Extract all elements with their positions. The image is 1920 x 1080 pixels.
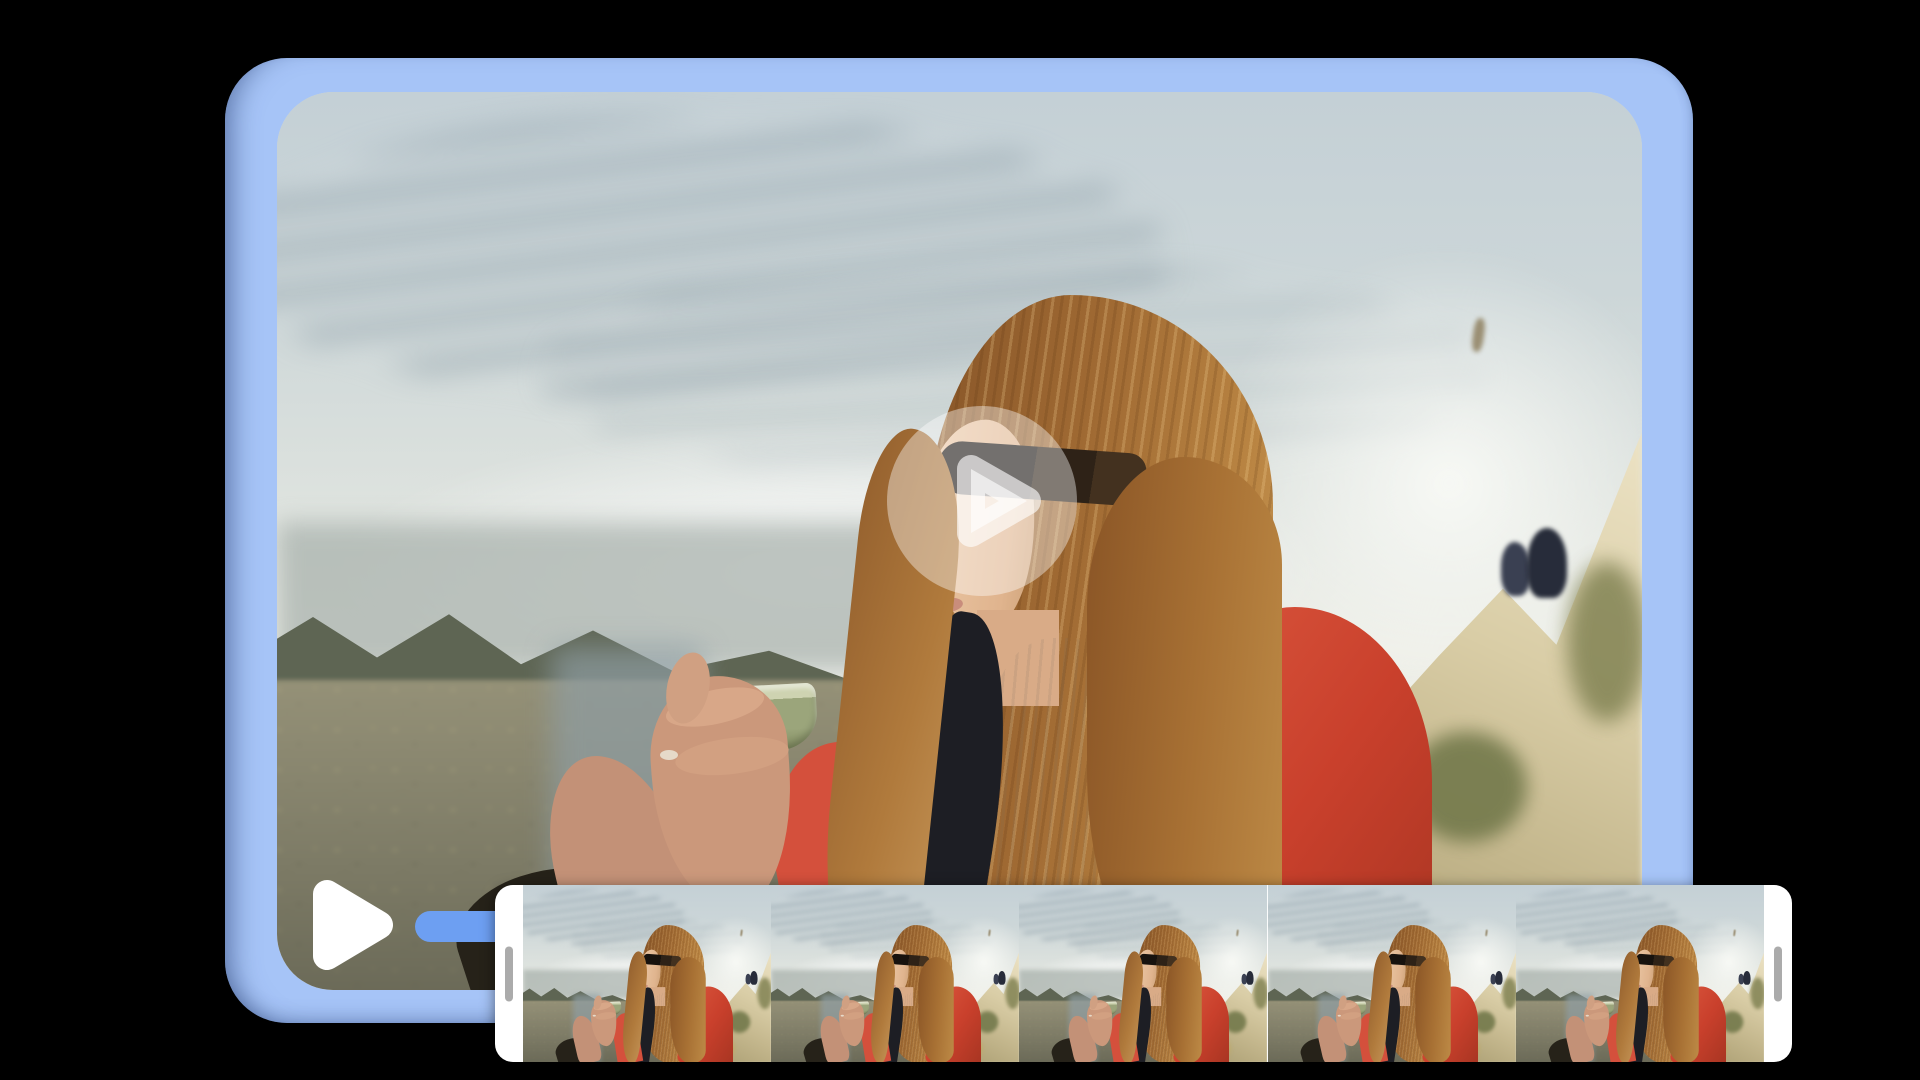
vegetation-patch <box>1006 978 1020 1010</box>
ring <box>1337 1015 1340 1017</box>
ring <box>660 750 678 760</box>
filmstrip-thumbnail[interactable] <box>771 885 1019 1062</box>
woman-hair <box>1167 957 1202 1062</box>
video-player-frame <box>225 58 1693 1023</box>
video-still-scene <box>1268 885 1516 1062</box>
woman-hair <box>918 957 953 1062</box>
play-button[interactable] <box>303 872 397 978</box>
trim-handle-left[interactable] <box>495 885 523 1062</box>
ring <box>593 1015 596 1017</box>
play-overlay-button[interactable] <box>887 406 1077 596</box>
video-still-scene <box>523 885 771 1062</box>
hiker-silhouette <box>750 971 757 985</box>
grip-icon <box>1774 946 1782 1001</box>
ring <box>1585 1015 1588 1017</box>
trim-handle-right[interactable] <box>1764 885 1792 1062</box>
filmstrip-thumbnail[interactable] <box>1019 885 1267 1062</box>
hiker-silhouette <box>1495 971 1502 985</box>
play-icon <box>303 872 397 978</box>
video-still-scene <box>771 885 1019 1062</box>
editor-canvas <box>0 0 1920 1080</box>
filmstrip-thumbnails <box>523 885 1764 1062</box>
woman-hair <box>1415 957 1450 1062</box>
filmstrip-thumbnail[interactable] <box>523 885 771 1062</box>
vegetation-patch <box>1567 562 1642 722</box>
hiker-silhouette <box>1527 528 1567 598</box>
woman-hair <box>670 957 705 1062</box>
woman-hair <box>1663 957 1698 1062</box>
vegetation-patch <box>1254 978 1268 1010</box>
bird <box>1485 929 1488 936</box>
vegetation-patch <box>1502 978 1516 1010</box>
hiker-silhouette <box>998 971 1005 985</box>
video-still-scene <box>1019 885 1267 1062</box>
video-preview[interactable] <box>277 92 1642 990</box>
hiker-silhouette <box>1743 971 1750 985</box>
timeline-filmstrip <box>495 885 1792 1062</box>
grip-icon <box>505 946 513 1001</box>
filmstrip-thumbnail[interactable] <box>1268 885 1516 1062</box>
video-still-scene <box>1516 885 1764 1062</box>
filmstrip-thumbnail[interactable] <box>1516 885 1764 1062</box>
hiker-silhouette <box>1247 971 1254 985</box>
play-icon <box>887 406 1077 596</box>
vegetation-patch <box>1750 978 1764 1010</box>
vegetation-patch <box>758 978 772 1010</box>
